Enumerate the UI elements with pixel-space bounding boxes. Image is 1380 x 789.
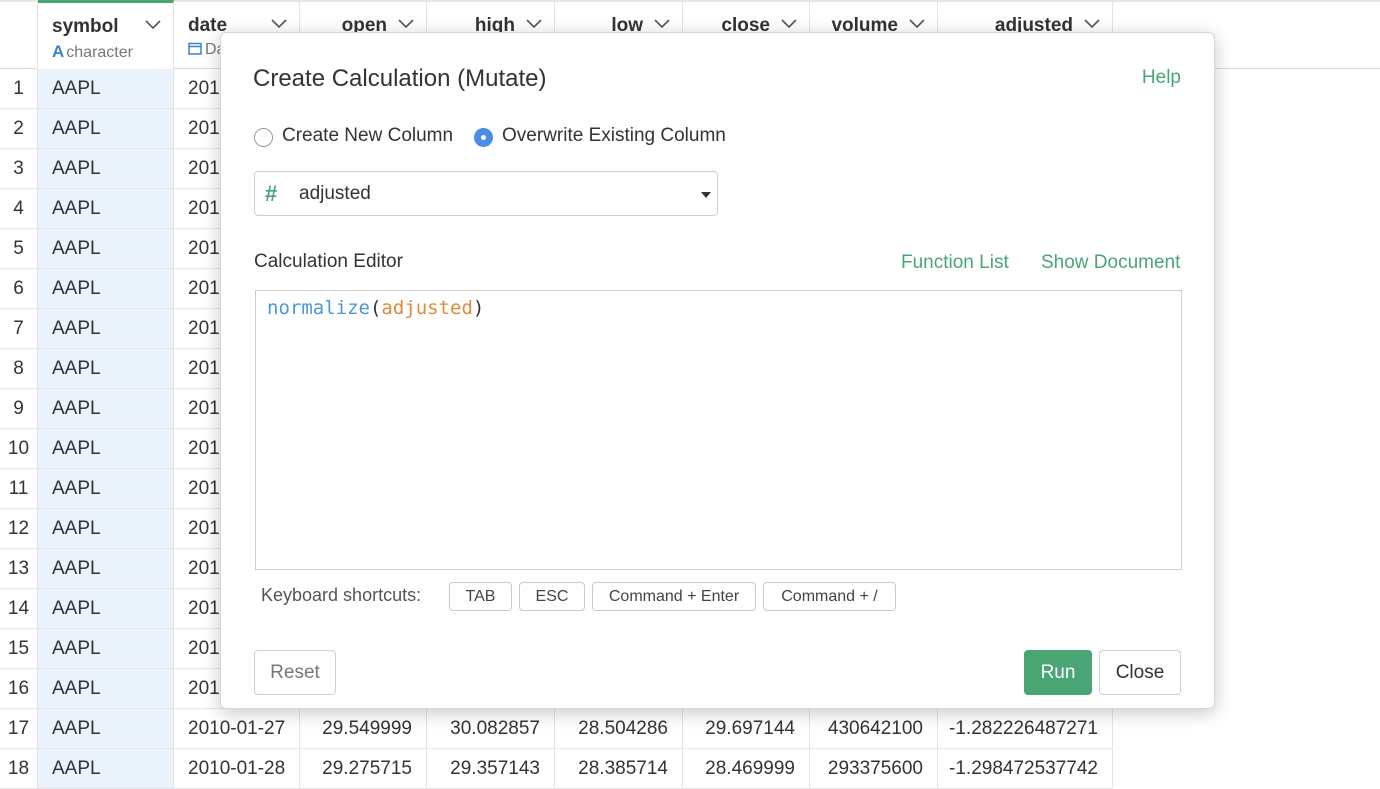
code-paren-close: ) bbox=[472, 297, 485, 319]
cell-date[interactable]: 2010-01-28 bbox=[174, 749, 300, 788]
cell-close[interactable]: 28.469999 bbox=[683, 749, 810, 788]
row-index: 1 bbox=[0, 69, 38, 108]
cell-symbol[interactable]: AAPL bbox=[38, 69, 174, 108]
dialog-title: Create Calculation (Mutate) bbox=[253, 65, 547, 92]
row-index: 17 bbox=[0, 709, 38, 748]
shortcuts-label: Keyboard shortcuts: bbox=[261, 585, 422, 605]
column-name: symbol bbox=[52, 16, 119, 37]
cell-symbol[interactable]: AAPL bbox=[38, 149, 174, 188]
row-index: 8 bbox=[0, 349, 38, 388]
chevron-down-icon[interactable] bbox=[525, 15, 543, 33]
column-type: Acharacter bbox=[52, 42, 133, 61]
cell-symbol[interactable]: AAPL bbox=[38, 229, 174, 268]
code-paren-open: ( bbox=[369, 297, 382, 319]
radio-label: Create New Column bbox=[282, 125, 454, 146]
shortcut-key: ESC bbox=[519, 582, 585, 611]
cell-volume[interactable]: 293375600 bbox=[810, 749, 938, 788]
code-line: normalize(adjusted) bbox=[267, 296, 484, 320]
row-index: 11 bbox=[0, 469, 38, 508]
row-index: 2 bbox=[0, 109, 38, 148]
cell-high[interactable]: 30.082857 bbox=[427, 709, 555, 748]
cell-symbol[interactable]: AAPL bbox=[38, 389, 174, 428]
chevron-down-icon[interactable] bbox=[397, 15, 415, 33]
cell-symbol[interactable]: AAPL bbox=[38, 629, 174, 668]
cell-symbol[interactable]: AAPL bbox=[38, 469, 174, 508]
table-row: 17 AAPL 2010-01-27 29.549999 30.082857 28.504… bbox=[0, 709, 1113, 749]
row-index: 18 bbox=[0, 749, 38, 788]
radio-create-new-column[interactable]: Create New Column bbox=[254, 125, 454, 149]
cell-symbol[interactable]: AAPL bbox=[38, 709, 174, 748]
cell-low[interactable]: 28.385714 bbox=[555, 749, 683, 788]
cell-adjusted[interactable]: -1.298472537742 bbox=[938, 749, 1113, 788]
cell-symbol[interactable]: AAPL bbox=[38, 309, 174, 348]
table-row: 18 AAPL 2010-01-28 29.275715 29.357143 28.385… bbox=[0, 749, 1113, 789]
chevron-down-icon[interactable] bbox=[653, 15, 671, 33]
row-index: 15 bbox=[0, 629, 38, 668]
code-argument: adjusted bbox=[381, 297, 473, 319]
row-index: 4 bbox=[0, 189, 38, 228]
header-index bbox=[0, 2, 38, 69]
chevron-down-icon[interactable] bbox=[908, 15, 926, 33]
chevron-down-icon[interactable] bbox=[270, 15, 288, 33]
calendar-icon bbox=[188, 42, 202, 55]
code-function: normalize bbox=[267, 297, 370, 319]
radio-label: Overwrite Existing Column bbox=[502, 125, 726, 146]
row-index: 7 bbox=[0, 309, 38, 348]
run-button[interactable]: Run bbox=[1024, 650, 1092, 695]
chevron-down-icon[interactable] bbox=[1083, 15, 1101, 33]
caret-down-icon bbox=[701, 192, 711, 198]
radio-circle-selected[interactable] bbox=[474, 128, 493, 147]
cell-symbol[interactable]: AAPL bbox=[38, 429, 174, 468]
cell-volume[interactable]: 430642100 bbox=[810, 709, 938, 748]
cell-symbol[interactable]: AAPL bbox=[38, 749, 174, 788]
cell-open[interactable]: 29.275715 bbox=[300, 749, 427, 788]
cell-open[interactable]: 29.549999 bbox=[300, 709, 427, 748]
shortcut-key: Command + Enter bbox=[592, 582, 756, 611]
cell-symbol[interactable]: AAPL bbox=[38, 589, 174, 628]
cell-symbol[interactable]: AAPL bbox=[38, 669, 174, 708]
radio-circle[interactable] bbox=[254, 128, 273, 147]
cell-symbol[interactable]: AAPL bbox=[38, 269, 174, 308]
calculation-editor-label: Calculation Editor bbox=[254, 251, 403, 272]
row-index: 14 bbox=[0, 589, 38, 628]
character-type-icon: A bbox=[52, 42, 65, 61]
selected-column-value: adjusted bbox=[299, 183, 371, 204]
cell-symbol[interactable]: AAPL bbox=[38, 109, 174, 148]
row-index: 13 bbox=[0, 549, 38, 588]
help-link[interactable]: Help bbox=[1142, 67, 1181, 89]
cell-adjusted[interactable]: -1.282226487271 bbox=[938, 709, 1113, 748]
chevron-down-icon[interactable] bbox=[144, 16, 162, 34]
chevron-down-icon[interactable] bbox=[780, 15, 798, 33]
show-document-link[interactable]: Show Document bbox=[1041, 252, 1180, 274]
function-list-link[interactable]: Function List bbox=[901, 252, 1009, 274]
calculation-editor[interactable]: normalize(adjusted) bbox=[255, 290, 1182, 570]
row-index: 5 bbox=[0, 229, 38, 268]
column-select-dropdown[interactable]: # adjusted bbox=[254, 171, 718, 216]
create-calculation-dialog: Create Calculation (Mutate) Help Create … bbox=[220, 32, 1215, 709]
row-index: 3 bbox=[0, 149, 38, 188]
numeric-type-icon: # bbox=[265, 181, 278, 206]
column-header-symbol[interactable]: symbol Acharacter bbox=[38, 0, 174, 69]
row-index: 12 bbox=[0, 509, 38, 548]
shortcut-key: Command + / bbox=[763, 582, 896, 611]
cell-symbol[interactable]: AAPL bbox=[38, 189, 174, 228]
row-index: 16 bbox=[0, 669, 38, 708]
cell-date[interactable]: 2010-01-27 bbox=[174, 709, 300, 748]
row-index: 10 bbox=[0, 429, 38, 468]
reset-button[interactable]: Reset bbox=[254, 650, 336, 695]
close-button[interactable]: Close bbox=[1099, 650, 1181, 695]
cell-high[interactable]: 29.357143 bbox=[427, 749, 555, 788]
row-index: 9 bbox=[0, 389, 38, 428]
cell-symbol[interactable]: AAPL bbox=[38, 349, 174, 388]
row-index: 6 bbox=[0, 269, 38, 308]
shortcut-key: TAB bbox=[449, 582, 512, 611]
cell-symbol[interactable]: AAPL bbox=[38, 549, 174, 588]
cell-low[interactable]: 28.504286 bbox=[555, 709, 683, 748]
radio-overwrite-existing-column[interactable]: Overwrite Existing Column bbox=[474, 125, 734, 149]
cell-symbol[interactable]: AAPL bbox=[38, 509, 174, 548]
cell-close[interactable]: 29.697144 bbox=[683, 709, 810, 748]
